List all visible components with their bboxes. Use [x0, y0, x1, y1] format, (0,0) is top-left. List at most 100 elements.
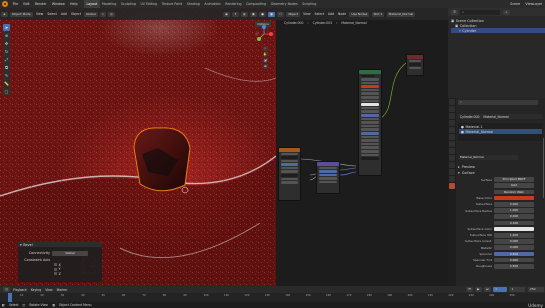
visibility-icon[interactable]: ◉	[223, 11, 230, 17]
move-tool-icon[interactable]: ✥	[3, 40, 10, 47]
annotate-tool-icon[interactable]: ✎	[3, 72, 10, 79]
scrollbar[interactable]	[542, 138, 544, 198]
node-header[interactable]	[279, 148, 300, 152]
material-slot-list[interactable]: ● Material.1 ● Material_Normal	[458, 123, 543, 141]
outliner[interactable]: ☰ ⌕ ⏚ ▣ Scene Collection ▣ Collection ▿ Cylin…	[448, 8, 545, 98]
scale-tool-icon[interactable]: ⤢	[3, 56, 10, 63]
display-mode-icon[interactable]: ☰	[451, 9, 458, 15]
menu-help[interactable]: Help	[67, 0, 80, 8]
overlay-icon[interactable]: ◍	[240, 11, 248, 17]
frame-ruler[interactable]: 10 20 30 40 50 60 70 80 90 100 110 120 130 140 150 160 1…	[0, 286, 545, 302]
tab-layout[interactable]: Layout	[84, 0, 100, 8]
select-tool-icon[interactable]: ➤	[3, 24, 10, 31]
viewport-menu-select[interactable]: Select	[47, 12, 57, 16]
gizmo-icon[interactable]: ✦	[232, 11, 239, 17]
surface-shader-dropdown[interactable]: Principled BSDF	[494, 177, 534, 182]
outliner-search-input[interactable]: ⌕	[460, 9, 501, 15]
view-layer-tab-icon[interactable]	[449, 120, 455, 126]
view-layer-selector[interactable]: ViewLayer	[523, 0, 545, 8]
checkbox-icon[interactable]	[54, 267, 57, 271]
surface-panel[interactable]: ▾ Surface	[458, 171, 543, 175]
measure-tool-icon[interactable]: 📏	[3, 80, 10, 87]
add-cube-tool-icon[interactable]: ▢	[3, 88, 10, 95]
distribution-dropdown[interactable]: GGX	[494, 183, 534, 189]
base-color-swatch[interactable]	[361, 85, 379, 88]
axis-z-checkbox[interactable]: Z	[54, 272, 102, 277]
constraints-tab-icon[interactable]	[449, 169, 455, 175]
shader-field-value[interactable]: 0.000	[494, 202, 534, 207]
menu-file[interactable]: File	[10, 0, 21, 8]
timeline[interactable]: ◷ Playback Keying View Marker ⏮ ▶ ⏭ 1 1 250…	[0, 286, 545, 302]
checkbox-icon[interactable]	[54, 263, 57, 267]
properties-editor[interactable]: ⌕ Cylinder.000 Material_Normal ● Material…	[448, 98, 545, 286]
shader-field-value[interactable]: 0.100	[494, 220, 534, 226]
tab-shading[interactable]: Shading	[185, 0, 203, 8]
physics-tab-icon[interactable]	[449, 162, 455, 168]
transform-orientation[interactable]: Global	[84, 11, 98, 17]
shader-field-value[interactable]: 1.400	[494, 232, 534, 238]
material-output-node[interactable]	[406, 54, 424, 76]
camera-icon[interactable]: ◪	[263, 58, 268, 63]
shading-solid-icon[interactable]: ●	[259, 11, 266, 17]
viewport-menu-view[interactable]: View	[36, 12, 43, 16]
shader-field-value[interactable]: 0.000	[494, 239, 534, 244]
axis-gizmo[interactable]	[255, 25, 273, 43]
node-header[interactable]	[359, 70, 381, 74]
cursor-tool-icon[interactable]: ⊕	[3, 32, 10, 39]
render-tab-icon[interactable]	[449, 106, 455, 112]
object-tab-icon[interactable]	[449, 141, 455, 147]
chevron-down-icon[interactable]: ▾	[20, 243, 22, 247]
editor-type-button[interactable]: ◈	[1, 11, 8, 17]
properties-search-input[interactable]: ⌕	[458, 100, 538, 105]
tab-modeling[interactable]: Modeling	[100, 0, 119, 8]
shader-field-value[interactable]: 0.000	[494, 257, 534, 263]
zoom-icon[interactable]: ⌕	[263, 46, 268, 51]
scene-tab-icon[interactable]	[449, 127, 455, 133]
material-name-field[interactable]: Material_Normal	[458, 155, 518, 161]
viewport-menu-add[interactable]: Add	[61, 12, 67, 16]
shader-node-editor[interactable]: ⎔ Object View Select Add Node Use Nodes Slo…	[276, 8, 448, 286]
shading-rendered-icon[interactable]: ●	[268, 11, 275, 17]
3d-viewport[interactable]: Z ◈ Object Mode View Select Add Object Glob…	[0, 8, 276, 286]
subsurface-method-dropdown[interactable]: Random Walk	[494, 189, 534, 195]
connectivity-dropdown[interactable]: Global	[52, 251, 88, 256]
node-header[interactable]	[407, 55, 423, 59]
xray-icon[interactable]: ▣	[249, 11, 257, 17]
shader-field-value[interactable]: 1.000	[494, 208, 534, 213]
material-slot[interactable]: ● Material_Normal	[459, 129, 542, 134]
bump-node[interactable]	[316, 161, 340, 194]
modifier-tab-icon[interactable]	[449, 148, 455, 154]
tab-compositing[interactable]: Compositing	[244, 0, 269, 8]
particles-tab-icon[interactable]	[449, 155, 455, 161]
perspective-icon[interactable]: ⊞	[263, 64, 268, 69]
output-tab-icon[interactable]	[449, 113, 455, 119]
checkbox-icon[interactable]	[54, 272, 57, 276]
tab-geometry-nodes[interactable]: Geometry Nodes	[268, 0, 299, 8]
shader-field-value[interactable]: 0.500	[494, 263, 534, 269]
material-tab-icon[interactable]	[449, 183, 455, 189]
outliner-item[interactable]: ▿ Cylinder	[451, 28, 545, 33]
blender-logo-icon[interactable]	[2, 1, 8, 7]
menu-edit[interactable]: Edit	[21, 0, 33, 8]
principled-bsdf-node[interactable]	[358, 69, 382, 176]
shader-field-value[interactable]: 0.200	[494, 214, 534, 220]
pan-icon[interactable]: ✋	[263, 52, 268, 57]
tab-scripting[interactable]: Scripting	[300, 0, 319, 8]
tab-texture-paint[interactable]: Texture Paint	[159, 0, 184, 8]
operator-panel[interactable]: ▾ Bevel Connectivity Global Constraint A…	[18, 242, 102, 282]
snap-icon[interactable]: ⌖	[100, 11, 106, 17]
menu-render[interactable]: Render	[32, 0, 49, 8]
rotate-tool-icon[interactable]: ↻	[3, 48, 10, 55]
tab-uv-editing[interactable]: UV Editing	[138, 0, 159, 8]
tool-tab-icon[interactable]	[449, 99, 455, 105]
operator-panel-header[interactable]: ▾ Bevel	[18, 242, 102, 247]
shader-field-value[interactable]	[494, 226, 534, 232]
viewport-menu-object[interactable]: Object	[71, 12, 81, 16]
texture-node[interactable]	[278, 147, 301, 201]
shader-field-value[interactable]: 0.000	[494, 245, 534, 250]
world-tab-icon[interactable]	[449, 134, 455, 140]
tab-rendering[interactable]: Rendering	[223, 0, 244, 8]
tab-sculpting[interactable]: Sculpting	[119, 0, 138, 8]
tab-animation[interactable]: Animation	[202, 0, 223, 8]
preview-panel[interactable]: ▸ Preview	[458, 165, 543, 169]
